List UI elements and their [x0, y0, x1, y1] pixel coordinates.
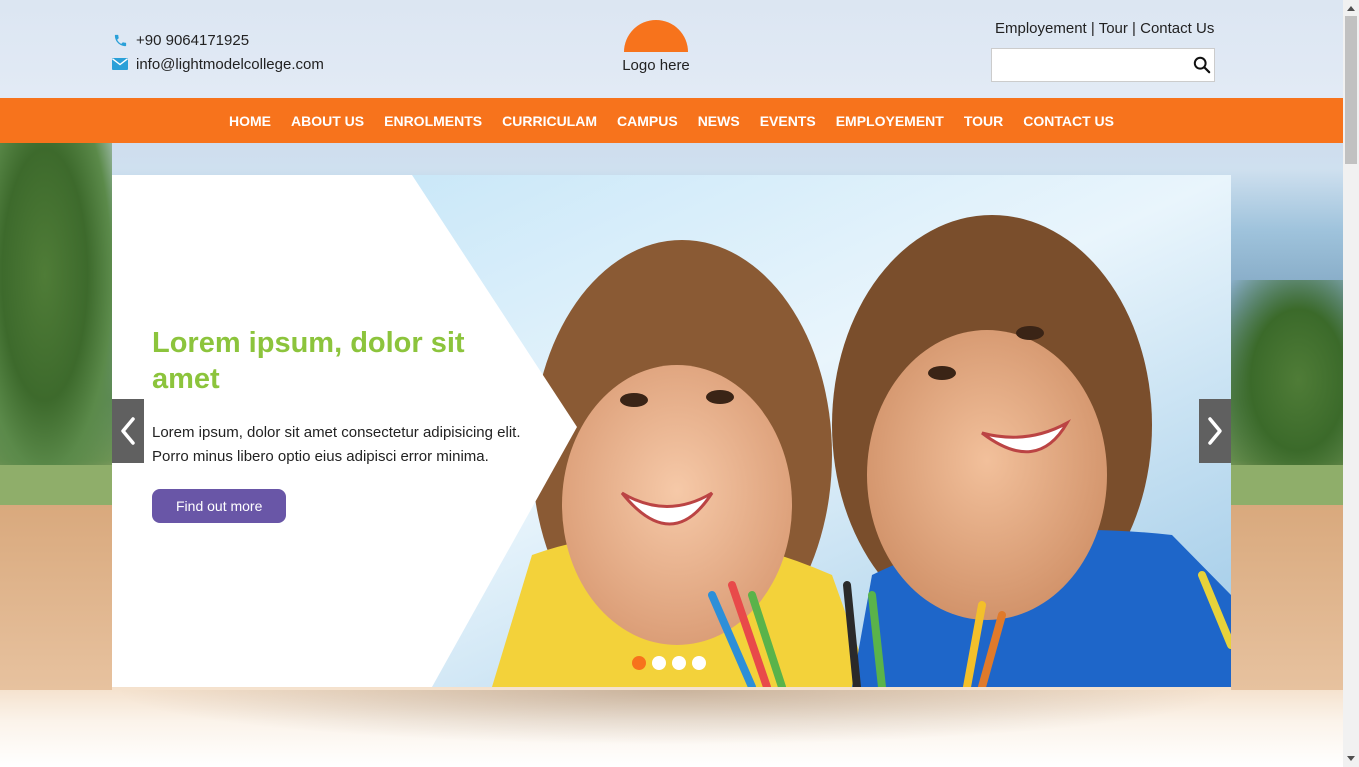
nav-item-about-us[interactable]: ABOUT US: [281, 113, 374, 129]
nav-item-events[interactable]: EVENTS: [750, 113, 826, 129]
envelope-icon: [112, 56, 128, 72]
chevron-right-icon: [1208, 417, 1222, 445]
contact-info: +90 9064171925 info@lightmodelcollege.co…: [112, 28, 324, 76]
slider-dot-4[interactable]: [692, 656, 706, 670]
nav-item-campus[interactable]: CAMPUS: [607, 113, 688, 129]
search-box: [991, 48, 1215, 82]
slider-dot-1[interactable]: [632, 656, 646, 670]
find-out-more-button[interactable]: Find out more: [152, 489, 287, 523]
nav-item-enrolments[interactable]: ENROLMENTS: [374, 113, 492, 129]
chevron-left-icon: [121, 417, 135, 445]
background-grass-right: [1231, 465, 1343, 505]
phone-number[interactable]: +90 9064171925: [136, 32, 249, 49]
background-trees-left: [0, 143, 112, 473]
search-icon[interactable]: [1189, 49, 1214, 81]
scroll-down-arrow-icon[interactable]: [1343, 751, 1359, 767]
email-address[interactable]: info@lightmodelcollege.com: [136, 56, 324, 73]
background-grass-left: [0, 465, 112, 505]
nav-item-curriculam[interactable]: CURRICULAM: [492, 113, 607, 129]
phone-row: +90 9064171925: [112, 28, 324, 52]
search-input[interactable]: [992, 49, 1189, 81]
logo-text: Logo here: [622, 57, 690, 74]
nav-item-tour[interactable]: TOUR: [954, 113, 1013, 129]
top-link-separator: |: [1132, 20, 1141, 37]
slide-title: Lorem ipsum, dolor sit amet: [152, 327, 465, 395]
slider-dot-2[interactable]: [652, 656, 666, 670]
scrollbar-thumb[interactable]: [1345, 16, 1357, 164]
slide-text: Lorem ipsum, dolor sit amet consectetur …: [152, 424, 521, 465]
nav-item-home[interactable]: HOME: [219, 113, 281, 129]
top-link-contact-us[interactable]: Contact Us: [1140, 20, 1214, 37]
vertical-scrollbar[interactable]: [1343, 0, 1359, 767]
slider-dot-3[interactable]: [672, 656, 686, 670]
top-links: Employement | Tour | Contact Us: [995, 20, 1214, 37]
top-link-separator: |: [1090, 20, 1099, 37]
slider-next-button[interactable]: [1199, 399, 1231, 463]
background-field-left: [0, 505, 112, 690]
site-logo[interactable]: Logo here: [620, 20, 692, 74]
slider-dots: [632, 656, 706, 670]
nav-item-contact-us[interactable]: CONTACT US: [1013, 113, 1124, 129]
site-header: +90 9064171925 info@lightmodelcollege.co…: [0, 0, 1343, 98]
background-field-right: [1231, 505, 1343, 690]
phone-icon: [112, 32, 128, 48]
top-link-employement[interactable]: Employement: [995, 20, 1087, 37]
nav-item-employement[interactable]: EMPLOYEMENT: [826, 113, 954, 129]
hero-slider: Lorem ipsum, dolor sit amet Lorem ipsum,…: [112, 175, 1231, 687]
slider-shadow: [112, 690, 1231, 745]
scroll-up-arrow-icon[interactable]: [1343, 0, 1359, 16]
background-trees-right: [1231, 280, 1343, 480]
top-link-tour[interactable]: Tour: [1099, 20, 1128, 37]
nav-item-news[interactable]: NEWS: [688, 113, 750, 129]
main-nav: HOME ABOUT US ENROLMENTS CURRICULAM CAMP…: [0, 98, 1343, 143]
logo-sun-icon: [624, 20, 688, 52]
slide-caption: Lorem ipsum, dolor sit amet Lorem ipsum,…: [152, 325, 532, 523]
email-row: info@lightmodelcollege.com: [112, 52, 324, 76]
slider-prev-button[interactable]: [112, 399, 144, 463]
